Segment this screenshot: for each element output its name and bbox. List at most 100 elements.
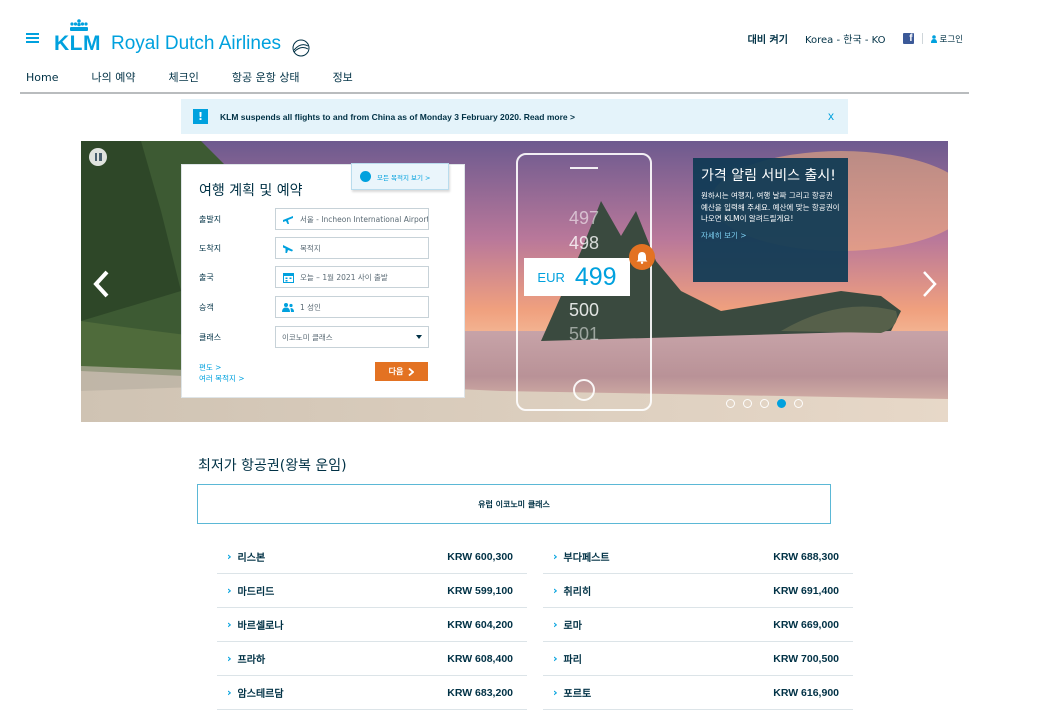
cabin-value: 이코노미 클래스 — [282, 332, 333, 342]
main-nav: Home 나의 예약 체크인 항공 운항 상태 정보 — [26, 69, 386, 85]
close-icon[interactable]: x — [828, 109, 834, 123]
fares-title: 최저가 항공권(왕복 운임) — [198, 458, 347, 474]
passengers-row: 승객 1 성인 — [199, 296, 449, 318]
hamburger-icon[interactable] — [26, 33, 39, 43]
carousel-dot-active[interactable] — [777, 399, 786, 408]
facebook-icon[interactable]: f — [902, 33, 914, 44]
one-way-link[interactable]: 편도 > — [199, 362, 245, 373]
chevron-left-icon[interactable] — [91, 269, 111, 299]
fare-row[interactable]: › 포르토 KRW 616,900 — [543, 676, 853, 710]
fare-city: 부다페스트 — [563, 553, 610, 564]
chevron-right-icon: › — [227, 584, 232, 597]
wheel-value: 497 — [568, 208, 600, 228]
login-link[interactable]: 로그인 — [930, 33, 963, 45]
fare-city: 로마 — [563, 621, 582, 632]
fares-list-right: › 부다페스트 KRW 688,300 › 취리히 KRW 691,400 › 로마 … — [543, 540, 853, 710]
fare-row[interactable]: › 리스본 KRW 600,300 — [217, 540, 527, 574]
logo-mark: KLM — [54, 19, 101, 54]
logo-text: Royal Dutch Airlines — [111, 33, 282, 55]
promo-body: 원하시는 여행지, 여행 날짜 그리고 항공권 예산을 입력해 주세요. 예산에… — [701, 191, 840, 223]
next-button[interactable]: 다음 — [375, 362, 428, 381]
departure-date-input[interactable]: 오늘 – 1월 2021 사이 출발 — [275, 266, 429, 288]
promo-more-link[interactable]: 자세히 보기 > — [701, 230, 840, 241]
fare-row[interactable]: › 파리 KRW 700,500 — [543, 642, 853, 676]
fare-price: KRW 688,300 — [773, 550, 839, 563]
nav-my-booking[interactable]: 나의 예약 — [91, 69, 135, 85]
booking-widget: 여행 계획 및 예약 모든 목적지 보기 > 출발지 서울 - Incheon … — [181, 163, 465, 398]
price-amount: 499 — [574, 262, 617, 291]
departure-row: 출국 오늘 – 1월 2021 사이 출발 — [199, 266, 449, 288]
phone-speaker — [570, 167, 598, 169]
chevron-right-icon: › — [553, 584, 558, 597]
departure-label: 출국 — [199, 273, 214, 282]
user-icon — [930, 34, 937, 43]
origin-row: 출발지 서울 - Incheon International Airport — [199, 208, 449, 230]
fare-row[interactable]: › 취리히 KRW 691,400 — [543, 574, 853, 608]
fare-price: KRW 691,400 — [773, 584, 839, 597]
carousel-dot[interactable] — [794, 399, 803, 408]
fare-tab-europe-economy[interactable]: 유럽 이코노미 클래스 — [197, 484, 831, 524]
locale-selector[interactable]: Korea - 한국 - KO — [805, 31, 886, 46]
fare-price: KRW 683,200 — [447, 686, 513, 699]
origin-input[interactable]: 서울 - Incheon International Airport — [275, 208, 429, 230]
destination-input[interactable]: 목적지 — [275, 237, 429, 259]
nav-home[interactable]: Home — [26, 71, 58, 85]
fare-city: 포르토 — [563, 689, 592, 700]
skyteam-icon — [292, 39, 310, 57]
fare-row[interactable]: › 부다페스트 KRW 688,300 — [543, 540, 853, 574]
carousel-dot[interactable] — [760, 399, 769, 408]
carousel-dot[interactable] — [726, 399, 735, 408]
alert-icon: ! — [193, 109, 208, 124]
next-label: 다음 — [388, 367, 404, 376]
plane-departure-icon — [282, 213, 294, 225]
globe-icon — [360, 171, 371, 182]
bell-icon — [629, 244, 655, 270]
passengers-input[interactable]: 1 성인 — [275, 296, 429, 318]
chevron-right-icon: › — [553, 686, 558, 699]
phone-home-button — [573, 379, 595, 401]
passengers-label: 승객 — [199, 303, 214, 312]
passengers-value: 1 성인 — [300, 302, 321, 312]
chevron-right-icon — [408, 367, 415, 376]
fare-row[interactable]: › 로마 KRW 669,000 — [543, 608, 853, 642]
fare-price: KRW 599,100 — [447, 584, 513, 597]
destination-placeholder: 목적지 — [300, 243, 321, 253]
klm-logo[interactable]: KLM Royal Dutch Airlines — [54, 18, 311, 57]
price-currency: EUR — [537, 269, 565, 285]
chevron-right-icon: › — [227, 550, 232, 563]
fare-city: 바르셀로나 — [237, 621, 284, 632]
promo-title: 가격 알림 서비스 출시! — [701, 168, 836, 184]
chevron-right-icon[interactable] — [920, 269, 940, 299]
fare-row[interactable]: › 암스테르담 KRW 683,200 — [217, 676, 527, 710]
fare-city: 리스본 — [237, 553, 266, 564]
nav-check-in[interactable]: 체크인 — [168, 69, 198, 85]
cabin-select[interactable]: 이코노미 클래스 — [275, 326, 429, 348]
pause-icon[interactable] — [89, 148, 107, 166]
nav-flight-status[interactable]: 항공 운항 상태 — [232, 69, 300, 85]
fare-price: KRW 700,500 — [773, 652, 839, 665]
all-destinations-button[interactable]: 모든 목적지 보기 > — [351, 163, 449, 190]
crown-icon — [70, 19, 88, 31]
fare-city: 파리 — [563, 655, 582, 666]
fare-row[interactable]: › 바르셀로나 KRW 604,200 — [217, 608, 527, 642]
multi-city-link[interactable]: 여러 목적지 > — [199, 373, 245, 384]
fare-price: KRW 616,900 — [773, 686, 839, 699]
contrast-toggle[interactable]: 대비 켜기 — [748, 31, 788, 46]
cabin-label: 클래스 — [199, 333, 222, 342]
fare-price: KRW 604,200 — [447, 618, 513, 631]
passengers-icon — [282, 301, 294, 313]
carousel-dots — [726, 399, 803, 408]
destination-row: 도착지 목적지 — [199, 237, 449, 259]
origin-value: 서울 - Incheon International Airport — [300, 214, 429, 224]
chevron-right-icon: › — [227, 618, 232, 631]
fare-row[interactable]: › 마드리드 KRW 599,100 — [217, 574, 527, 608]
nav-divider — [20, 92, 969, 94]
fare-row[interactable]: › 프라하 KRW 608,400 — [217, 642, 527, 676]
phone-price-graphic: 497 498 EUR 499 500 501 — [516, 153, 652, 411]
fares-list-left: › 리스본 KRW 600,300 › 마드리드 KRW 599,100 › 바르셀로… — [217, 540, 527, 710]
nav-info[interactable]: 정보 — [333, 69, 353, 85]
fare-city: 취리히 — [563, 587, 592, 598]
carousel-dot[interactable] — [743, 399, 752, 408]
notice-text[interactable]: KLM suspends all flights to and from Chi… — [220, 112, 575, 122]
caret-down-icon — [416, 335, 422, 339]
